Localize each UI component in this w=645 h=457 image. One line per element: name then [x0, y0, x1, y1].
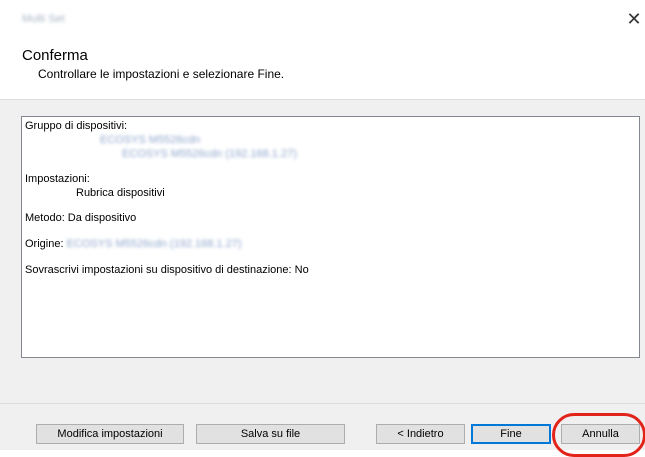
origin-value: ECOSYS M5526cdn (192.168.1.27) [66, 238, 242, 250]
back-button[interactable]: < Indietro [376, 424, 465, 444]
device-group-label: Gruppo di dispositivi: [25, 120, 128, 132]
cancel-button[interactable]: Annulla [561, 424, 640, 444]
window-title: Multi Set [22, 13, 65, 25]
device-group-name-row: ECOSYS M5526cdn [100, 134, 200, 146]
device-group-name: ECOSYS M5526cdn [100, 134, 201, 146]
overwrite-line: Sovrascrivi impostazioni su dispositivo … [25, 264, 309, 276]
multi-set-dialog: Multi Set ✕ Conferma Controllare le impo… [0, 0, 645, 457]
title-bar: Multi Set ✕ [0, 0, 645, 40]
wizard-header: Conferma Controllare le impostazioni e s… [0, 40, 645, 100]
footer-divider [0, 403, 645, 404]
settings-value: Rubrica dispositivi [76, 187, 165, 199]
origin-label: Origine: [25, 238, 64, 250]
save-to-file-button[interactable]: Salva su file [196, 424, 345, 444]
edit-settings-button[interactable]: Modifica impostazioni [36, 424, 184, 444]
settings-label: Impostazioni: [25, 173, 90, 185]
close-icon[interactable]: ✕ [623, 11, 645, 31]
settings-summary-box[interactable]: Gruppo di dispositivi: ECOSYS M5526cdn E… [21, 116, 640, 358]
page-subtitle: Controllare le impostazioni e selezionar… [38, 67, 285, 81]
device-group-entry-row: ECOSYS M5526cdn (192.168.1.27) [122, 148, 297, 160]
device-group-entry: ECOSYS M5526cdn (192.168.1.27) [122, 148, 297, 160]
finish-button[interactable]: Fine [471, 424, 551, 444]
origin-line: Origine: ECOSYS M5526cdn (192.168.1.27) [25, 238, 241, 250]
method-line: Metodo: Da dispositivo [25, 212, 137, 224]
page-title: Conferma [22, 47, 88, 64]
